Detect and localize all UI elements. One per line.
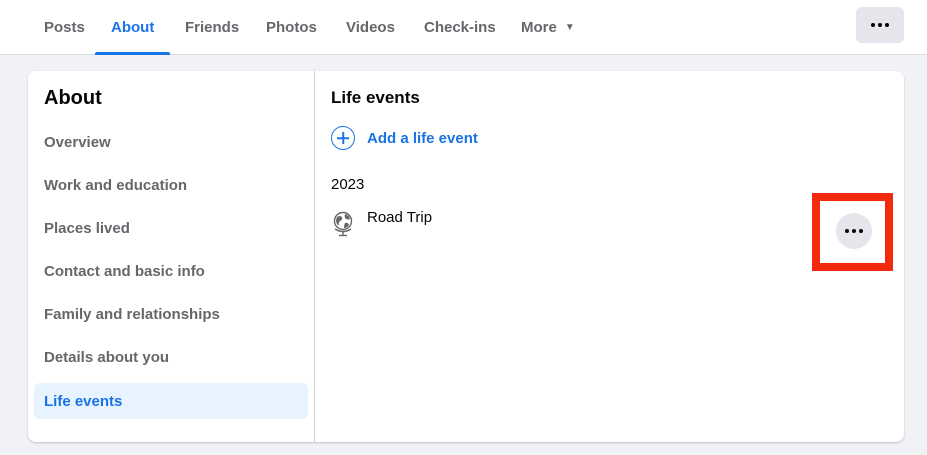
profile-tab-bar: Posts About Friends Photos Videos Check-…	[0, 0, 927, 55]
sidebar-title: About	[44, 87, 102, 109]
tab-more[interactable]: More ▼	[521, 0, 575, 55]
sidebar-item-overview[interactable]: Overview	[34, 124, 308, 160]
tab-videos[interactable]: Videos	[346, 0, 395, 55]
tab-check-ins[interactable]: Check-ins	[424, 0, 496, 55]
add-life-event-button[interactable]: Add a life event	[331, 126, 478, 150]
more-dots-icon	[885, 23, 889, 27]
caret-down-icon: ▼	[564, 22, 575, 33]
more-dots-icon	[845, 229, 849, 233]
tab-posts[interactable]: Posts	[44, 0, 85, 55]
about-card: About Overview Work and education Places…	[28, 71, 904, 442]
sidebar-item-work-education[interactable]: Work and education	[34, 167, 308, 203]
more-dots-icon	[871, 23, 875, 27]
sidebar-item-details-about-you[interactable]: Details about you	[34, 339, 308, 375]
more-dots-icon	[878, 23, 882, 27]
globe-icon	[333, 211, 353, 237]
life-event-title[interactable]: Road Trip	[367, 209, 432, 226]
tab-about[interactable]: About	[94, 0, 171, 55]
life-event-item: Road Trip	[331, 207, 891, 247]
more-dots-icon	[852, 229, 856, 233]
profile-more-button[interactable]	[856, 7, 904, 43]
about-sidebar: About Overview Work and education Places…	[28, 71, 315, 442]
sidebar-item-life-events[interactable]: Life events	[34, 383, 308, 419]
tab-more-label: More	[521, 19, 557, 36]
sidebar-item-places-lived[interactable]: Places lived	[34, 210, 308, 246]
event-year-heading: 2023	[331, 176, 365, 193]
more-dots-icon	[859, 229, 863, 233]
tab-friends[interactable]: Friends	[185, 0, 239, 55]
life-event-more-button[interactable]	[836, 213, 872, 249]
section-title: Life events	[331, 88, 420, 107]
sidebar-item-family-relationships[interactable]: Family and relationships	[34, 296, 308, 332]
add-life-event-label: Add a life event	[367, 129, 478, 147]
sidebar-item-contact-info[interactable]: Contact and basic info	[34, 253, 308, 289]
tab-photos[interactable]: Photos	[266, 0, 317, 55]
plus-circle-icon	[331, 126, 355, 150]
